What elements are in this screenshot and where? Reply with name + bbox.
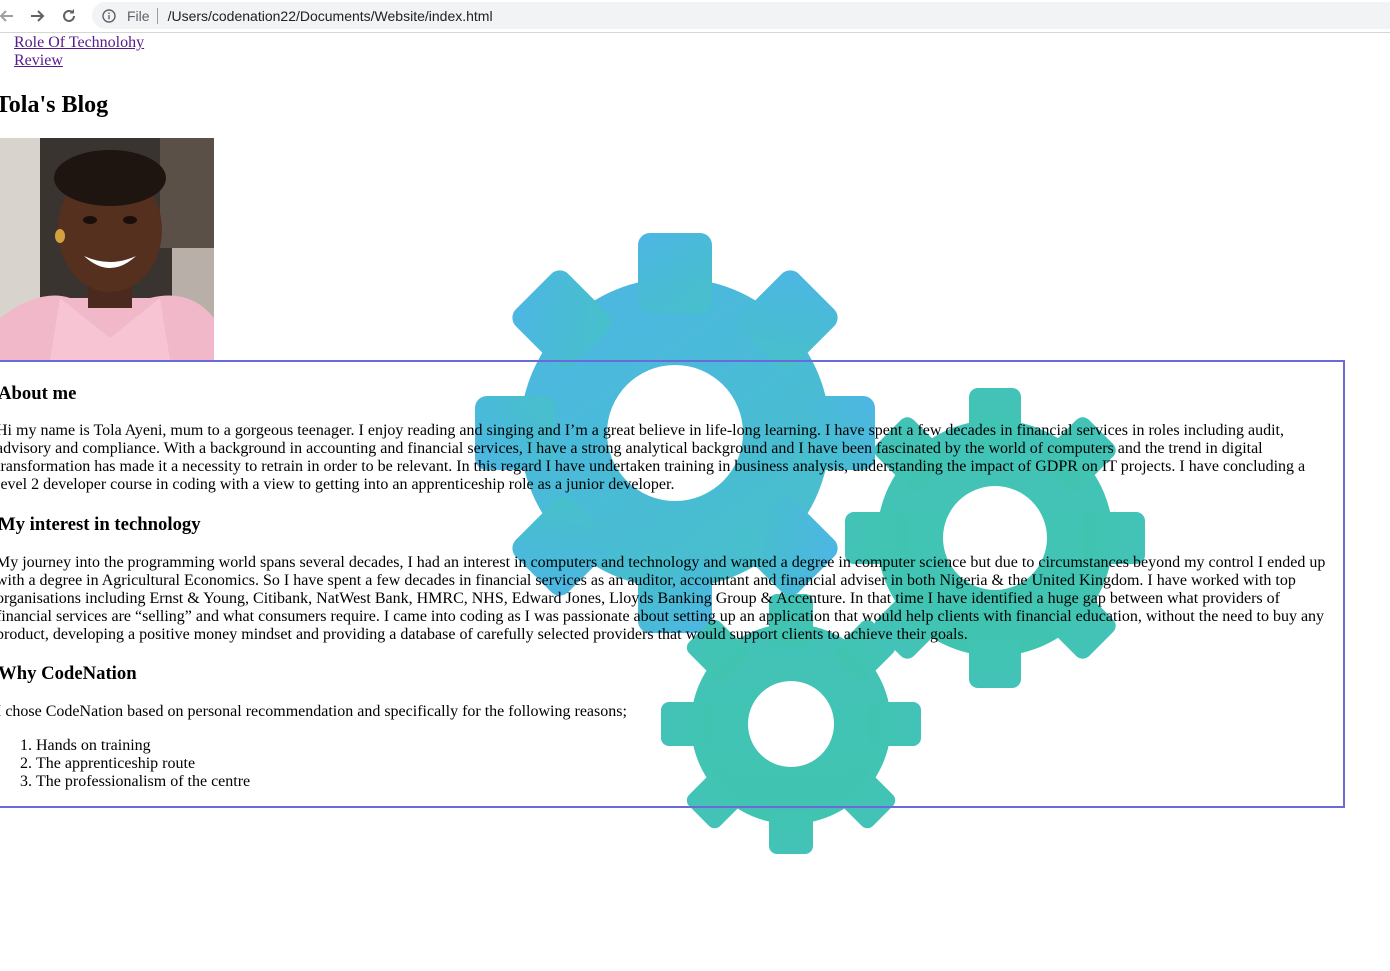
info-icon[interactable] [102,8,118,24]
nav-link-role-of-technology[interactable]: Role Of Technolohy [14,34,144,52]
url-text[interactable]: /Users/codenation22/Documents/Website/in… [168,8,493,24]
content-box: About me Hi my name is Tola Ayeni, mum t… [0,360,1345,808]
top-nav: Role Of Technolohy Review [14,34,144,70]
address-bar[interactable]: File /Users/codenation22/Documents/Websi… [92,2,1390,29]
nav-link-review[interactable]: Review [14,52,144,70]
about-text: Hi my name is Tola Ayeni, mum to a gorge… [0,422,1306,493]
reasons-list: Hands on training The apprenticeship rou… [0,737,250,791]
why-heading: Why CodeNation [0,663,137,684]
list-item: The professionalism of the centre [36,773,250,791]
reload-icon[interactable] [58,5,80,27]
back-arrow-icon[interactable] [0,5,18,27]
url-divider [156,7,158,24]
interest-heading: My interest in technology [0,514,201,535]
list-item: Hands on training [36,737,250,755]
why-text: I chose CodeNation based on personal rec… [0,703,627,720]
profile-photo [0,138,214,360]
url-scheme-label: File [127,7,150,24]
about-heading: About me [0,383,77,404]
list-item: The apprenticeship route [36,755,250,773]
forward-arrow-icon[interactable] [26,5,48,27]
browser-toolbar: File /Users/codenation22/Documents/Websi… [0,0,1390,33]
page-title: Tola's Blog [0,92,109,118]
page-content: Role Of Technolohy Review Tola's Blog Ab… [0,33,1390,971]
interest-text: My journey into the programming world sp… [0,554,1326,643]
